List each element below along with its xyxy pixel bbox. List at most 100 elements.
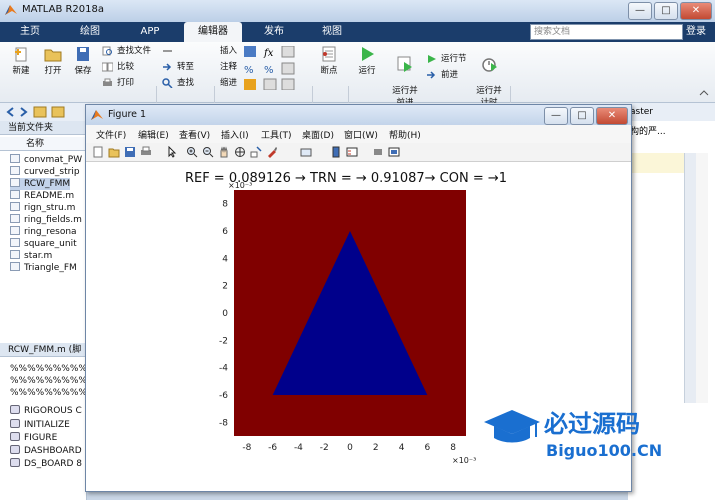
file-item[interactable]: curved_strip xyxy=(10,166,80,178)
file-item[interactable]: square_unit xyxy=(10,238,77,250)
compare-button[interactable]: 比较 xyxy=(102,60,134,74)
advance-icon xyxy=(427,71,436,79)
close-button[interactable]: ✕ xyxy=(680,2,712,20)
brush-icon[interactable] xyxy=(266,146,278,158)
matlab-logo-icon xyxy=(5,5,17,15)
tab-home[interactable]: 主页 xyxy=(10,22,50,42)
goto-button[interactable]: 转至 xyxy=(162,60,194,74)
y-tick-label: -8 xyxy=(219,418,228,428)
run-and-time-button[interactable]: 运行并 计时 xyxy=(472,46,506,108)
data-cursor-icon[interactable] xyxy=(250,146,262,158)
y-tick-label: 8 xyxy=(222,200,228,210)
new-file-icon xyxy=(15,47,27,62)
link-plot-icon[interactable] xyxy=(300,146,312,158)
svg-text:%: % xyxy=(264,65,274,76)
login-button[interactable]: 登录 xyxy=(681,24,711,40)
address-nav-icons[interactable] xyxy=(6,106,86,118)
figure-minimize-button[interactable]: — xyxy=(544,107,568,125)
find-file-button[interactable]: 查找文件 xyxy=(102,44,151,58)
colorbar-icon[interactable] xyxy=(330,146,342,158)
search-input[interactable]: 搜索文档 xyxy=(530,24,683,40)
menu-window[interactable]: 窗口(W) xyxy=(344,128,378,141)
run-advance-icon xyxy=(397,56,412,72)
tab-editor[interactable]: 编辑器 xyxy=(184,22,242,42)
legend-icon[interactable] xyxy=(346,146,358,158)
file-item[interactable]: star.m xyxy=(10,250,52,262)
comment-line: %%%%%%%%% xyxy=(10,364,87,374)
figure-title: Figure 1 xyxy=(108,109,147,120)
figure-close-button[interactable]: ✕ xyxy=(596,107,628,125)
menu-edit[interactable]: 编辑(E) xyxy=(138,128,169,141)
name-column-header[interactable]: 名称 xyxy=(0,137,86,151)
menu-tools[interactable]: 工具(T) xyxy=(261,128,292,141)
breakpoints-label: 断点 xyxy=(320,66,338,76)
m-file-icon xyxy=(10,190,20,199)
tab-apps[interactable]: APP xyxy=(128,22,172,42)
file-item[interactable]: README.m xyxy=(10,190,74,202)
section-item[interactable]: INITIALIZE xyxy=(10,419,70,431)
run-button[interactable]: 运行 xyxy=(352,46,382,76)
run-label: 运行 xyxy=(358,66,376,76)
run-section-label: 运行节 xyxy=(441,54,467,64)
section-item[interactable]: FIGURE xyxy=(10,432,57,444)
section-item[interactable]: DASHBOARD xyxy=(10,445,82,457)
run-advance-button[interactable]: 运行并 前进 xyxy=(388,46,422,108)
zoom-in-icon[interactable] xyxy=(186,146,198,158)
tab-plots[interactable]: 绘图 xyxy=(70,22,110,42)
menu-help[interactable]: 帮助(H) xyxy=(389,128,421,141)
pan-icon[interactable] xyxy=(218,146,230,158)
edit-icons: fx %% xyxy=(244,46,295,90)
section-item[interactable]: RIGOROUS C xyxy=(10,405,82,417)
save-figure-icon[interactable] xyxy=(124,146,136,158)
x-tick-label: -8 xyxy=(242,443,251,453)
figure-maximize-button[interactable]: □ xyxy=(570,107,594,125)
tab-view[interactable]: 视图 xyxy=(310,22,354,42)
breakpoints-icon xyxy=(322,46,336,62)
show-tools-icon[interactable] xyxy=(388,146,400,158)
x-tick-label: -6 xyxy=(268,443,277,453)
indent-button[interactable]: 缩进 xyxy=(218,76,237,90)
find-file-icon xyxy=(102,46,112,56)
print-icon xyxy=(103,78,112,86)
new-button[interactable]: 新建 xyxy=(6,46,36,76)
hide-tools-icon[interactable] xyxy=(372,146,384,158)
scroll-gutter xyxy=(696,153,708,403)
menu-insert[interactable]: 插入(I) xyxy=(221,128,249,141)
find-button[interactable]: 查找 xyxy=(162,76,194,90)
tab-publish[interactable]: 发布 xyxy=(252,22,296,42)
menu-desktop[interactable]: 桌面(D) xyxy=(302,128,334,141)
advance-button[interactable]: 前进 xyxy=(426,68,458,82)
open-button[interactable]: 打开 xyxy=(38,46,68,76)
zoom-out-icon[interactable] xyxy=(202,146,214,158)
breakpoints-button[interactable]: 断点 xyxy=(314,46,344,76)
maximize-button[interactable]: □ xyxy=(654,2,678,20)
y-tick-label: 6 xyxy=(222,227,228,237)
file-item[interactable]: Triangle_FM xyxy=(10,262,77,274)
comment-button[interactable]: 注释 xyxy=(218,60,237,74)
file-item[interactable]: ring_resona xyxy=(10,226,77,238)
x-tick-label: 8 xyxy=(450,443,456,453)
rotate-3d-icon[interactable] xyxy=(234,146,246,158)
section-item[interactable]: DS_BOARD 8 xyxy=(10,458,82,470)
file-item[interactable]: convmat_PW xyxy=(10,154,82,166)
file-item[interactable]: rign_stru.m xyxy=(10,202,75,214)
nav-back-forward[interactable] xyxy=(162,44,177,58)
run-section-button[interactable]: 运行节 xyxy=(426,52,467,66)
minimize-button[interactable]: — xyxy=(628,2,652,20)
save-button[interactable]: 保存 xyxy=(68,46,98,76)
menu-file[interactable]: 文件(F) xyxy=(96,128,126,141)
open-file-icon[interactable] xyxy=(108,146,120,158)
insert-button[interactable]: 插入 xyxy=(218,44,237,58)
print-figure-icon[interactable] xyxy=(140,146,152,158)
find-file-label: 查找文件 xyxy=(117,46,152,56)
pointer-icon[interactable] xyxy=(166,146,178,158)
menu-view[interactable]: 查看(V) xyxy=(179,128,210,141)
new-figure-icon[interactable] xyxy=(92,146,104,158)
collapse-ribbon-icon[interactable] xyxy=(698,88,710,98)
file-item[interactable]: ring_fields.m xyxy=(10,214,82,226)
app-titlebar: MATLAB R2018a — □ ✕ xyxy=(0,0,715,23)
file-item-selected[interactable]: RCW_FMM xyxy=(10,178,71,190)
print-button[interactable]: 打印 xyxy=(102,76,134,90)
m-file-icon xyxy=(10,178,20,187)
svg-text:fx: fx xyxy=(263,48,274,59)
